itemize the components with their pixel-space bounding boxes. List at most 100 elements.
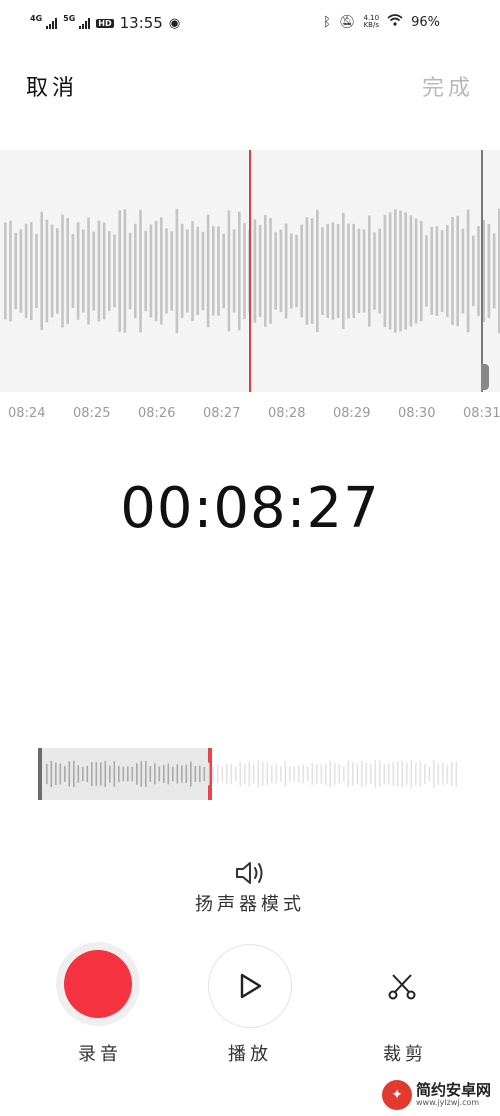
- overview-bar: [248, 761, 251, 787]
- record-label[interactable]: 录音: [78, 1040, 122, 1066]
- waveform-bar: [456, 215, 459, 327]
- waveform-bar: [24, 223, 28, 319]
- overview-bar: [145, 761, 147, 787]
- network-4g-label: 4G: [30, 13, 43, 23]
- waveform-bar: [76, 222, 80, 320]
- overview-bar: [118, 765, 120, 783]
- overview-bar: [64, 766, 66, 782]
- waveform-bar: [149, 224, 153, 318]
- overview-bar: [428, 766, 431, 782]
- waveform-bar: [394, 209, 397, 333]
- play-icon: [240, 973, 262, 999]
- overview-bar: [271, 765, 273, 783]
- overview-bar: [154, 763, 156, 785]
- overview-bar: [379, 760, 381, 788]
- end-marker-line[interactable]: [481, 150, 483, 392]
- speaker-icon[interactable]: [233, 858, 269, 888]
- waveform-bar: [342, 212, 345, 329]
- waveform-bar: [487, 223, 491, 319]
- waveform-bar: [253, 219, 257, 323]
- waveform-bar: [14, 232, 17, 310]
- waveform-bar: [92, 231, 95, 311]
- overview-bar: [325, 763, 327, 785]
- overview-bar: [212, 766, 215, 782]
- overview-bar: [307, 766, 309, 782]
- overview-bar: [289, 766, 291, 782]
- overview-bar: [406, 763, 408, 785]
- waveform-bar: [165, 228, 168, 314]
- waveform-bar: [9, 220, 12, 322]
- watermark-url: www.jylzwj.com: [416, 1097, 480, 1107]
- signal-icon: [46, 17, 58, 29]
- site-watermark: ✦ 简约安卓网 www.jylzwj.com: [382, 1074, 500, 1116]
- waveform-bar: [368, 215, 371, 327]
- waveform-bar: [201, 231, 205, 311]
- waveform-bar: [373, 232, 376, 310]
- waveform-bar: [492, 233, 496, 309]
- overview-bar: [356, 763, 359, 785]
- waveform-bar: [336, 223, 340, 318]
- overview-bar: [91, 762, 93, 786]
- overview-bar: [455, 761, 458, 787]
- overview-bar: [122, 766, 125, 782]
- overview-bar: [59, 763, 62, 785]
- status-bar: 4G 5G HD 13:55 ◉ ᛒ 🔕︎ 4.10 KB/s 96%: [0, 0, 500, 56]
- overview-bar: [415, 762, 417, 786]
- signal-icon: [79, 17, 91, 29]
- overview-scrubber[interactable]: [38, 748, 460, 800]
- overview-bar: [181, 765, 183, 783]
- overview-bar: [338, 764, 341, 784]
- overview-bar: [172, 766, 174, 782]
- timeline-tick: 08:28: [268, 406, 306, 421]
- record-button[interactable]: [56, 942, 140, 1026]
- overview-bar: [419, 761, 422, 787]
- overview-bar: [226, 763, 228, 785]
- elapsed-timer: 00:08:27: [120, 476, 380, 541]
- overview-bar: [280, 766, 282, 782]
- waveform-bar: [206, 214, 210, 328]
- waveform-bar: [170, 231, 173, 311]
- overview-bar: [244, 763, 246, 785]
- overview-bar: [293, 766, 296, 782]
- waveform-bar: [144, 230, 147, 312]
- waveform-bar: [435, 226, 439, 316]
- overview-bar: [446, 764, 449, 784]
- waveform-bar: [414, 218, 418, 324]
- waveform-bar: [196, 226, 199, 316]
- waveform-bar: [71, 233, 75, 309]
- overview-bar: [86, 765, 89, 783]
- waveform-bar: [217, 226, 220, 316]
- waveform-bar: [175, 208, 179, 334]
- playhead-line[interactable]: [249, 150, 251, 392]
- mute-icon: 🔕︎: [338, 14, 356, 30]
- battery-level: 96%: [411, 14, 440, 30]
- overview-bar: [392, 762, 395, 786]
- waveform-bar: [134, 223, 137, 319]
- waveform-bar: [222, 233, 225, 309]
- play-button[interactable]: [208, 944, 292, 1028]
- waveform-bar: [35, 233, 38, 309]
- waveform-bar: [102, 222, 106, 320]
- waveform-bar: [440, 230, 444, 312]
- waveform-bar: [186, 229, 189, 313]
- overview-bar: [239, 761, 242, 787]
- overview-bar: [203, 767, 206, 781]
- timeline-tick: 08:24: [8, 406, 46, 421]
- waveform-bar: [30, 222, 33, 320]
- cut-button[interactable]: [380, 966, 424, 1006]
- cut-label[interactable]: 裁剪: [383, 1040, 427, 1066]
- cancel-button[interactable]: 取消: [26, 70, 78, 102]
- play-label[interactable]: 播放: [228, 1040, 272, 1066]
- waveform-bar: [321, 227, 324, 315]
- done-button[interactable]: 完成: [422, 70, 474, 102]
- bluetooth-icon: ᛒ: [323, 14, 331, 30]
- overview-bar: [316, 763, 318, 785]
- waveform-bar: [430, 227, 433, 315]
- waveform-bar: [19, 229, 23, 313]
- waveform-bar: [420, 220, 423, 322]
- end-marker-handle[interactable]: [481, 364, 489, 390]
- waveform-bar: [472, 235, 475, 307]
- waveform-bar: [404, 212, 407, 330]
- speaker-mode-label[interactable]: 扬声器模式: [0, 890, 500, 916]
- waveform-bar: [97, 220, 101, 322]
